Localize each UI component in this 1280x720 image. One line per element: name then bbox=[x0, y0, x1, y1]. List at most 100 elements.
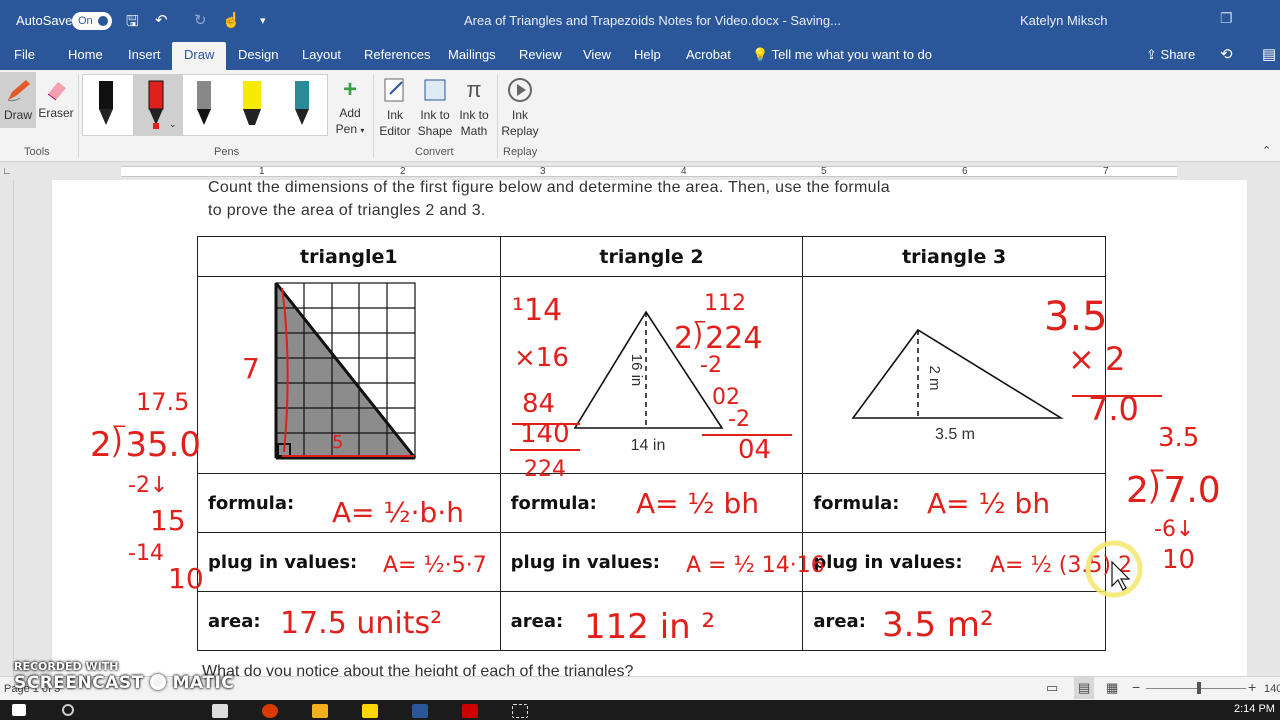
zoom-out-icon[interactable]: − bbox=[1132, 679, 1140, 695]
document-title: Area of Triangles and Trapezoids Notes f… bbox=[464, 13, 841, 28]
ink-left-step: -14 bbox=[128, 541, 164, 566]
tab-references[interactable]: References bbox=[364, 47, 430, 62]
ink-left-step: 15 bbox=[150, 504, 186, 537]
ink-to-shape-icon bbox=[424, 79, 446, 101]
snipping-tool-icon[interactable] bbox=[512, 704, 528, 718]
clock[interactable]: 2:14 PM bbox=[1234, 703, 1275, 715]
triangle-2-height-label: 16 in bbox=[628, 354, 645, 387]
add-pen-button[interactable]: + Add Pen ▾ bbox=[334, 78, 366, 139]
divider bbox=[78, 74, 79, 158]
ink-t3-area: 3.5 m² bbox=[882, 605, 994, 645]
folder-icon[interactable] bbox=[312, 704, 328, 718]
watermark-line-2: SCREENCAST bbox=[14, 673, 144, 693]
ink-to-shape-button[interactable]: Ink to Shape bbox=[416, 76, 454, 139]
draw-tool-button[interactable]: Draw bbox=[0, 72, 36, 128]
file-explorer-icon[interactable] bbox=[212, 704, 228, 718]
ink-t2-div-top: 112 bbox=[704, 291, 746, 316]
screencast-watermark: RECORDED WITH SCREENCAST MATIC bbox=[14, 660, 234, 693]
sticky-notes-icon[interactable] bbox=[362, 704, 378, 718]
tab-layout[interactable]: Layout bbox=[302, 47, 341, 62]
read-mode-icon[interactable]: ▭ bbox=[1046, 680, 1058, 696]
taskbar: 2:14 PM bbox=[0, 700, 1280, 720]
ink-right-div-body: 2⟌7.0 bbox=[1126, 469, 1221, 511]
tab-selector-icon[interactable]: ∟ bbox=[2, 166, 12, 177]
eraser-button[interactable]: Eraser bbox=[38, 76, 74, 121]
windows-start-icon[interactable] bbox=[12, 704, 26, 716]
ink-t2-formula: A= ½ bh bbox=[636, 487, 759, 520]
zoom-slider[interactable] bbox=[1146, 688, 1246, 689]
acrobat-icon[interactable] bbox=[462, 704, 478, 718]
ink-editor-button[interactable]: Ink Editor bbox=[378, 76, 412, 139]
yellow-highlighter-icon[interactable] bbox=[241, 79, 263, 131]
zoom-in-icon[interactable]: + bbox=[1248, 679, 1256, 695]
ink-left-step: -2↓ bbox=[128, 473, 168, 498]
ink-editor-icon bbox=[384, 78, 404, 102]
ribbon-options-icon[interactable]: ▤ bbox=[1262, 45, 1276, 63]
title-bar: AutoSave On 🖫 ↶ ↻ ☝ ▾ Area of Triangles … bbox=[0, 0, 1280, 42]
tab-file[interactable]: File bbox=[14, 47, 35, 62]
pen-dropdown-icon[interactable]: ⌄ bbox=[169, 119, 177, 130]
history-icon[interactable]: ⟲ bbox=[1220, 45, 1233, 63]
redo-icon[interactable]: ↻ bbox=[194, 11, 207, 29]
print-layout-icon[interactable]: ▤ bbox=[1074, 677, 1094, 699]
document-page[interactable]: Count the dimensions of the first figure… bbox=[52, 180, 1247, 676]
search-icon[interactable] bbox=[62, 704, 74, 716]
black-pen-icon[interactable] bbox=[95, 79, 117, 131]
ink-replay-button[interactable]: Ink Replay bbox=[500, 76, 540, 139]
ruler-number: 5 bbox=[821, 166, 827, 177]
ink-left-quotient: 17.5 bbox=[136, 388, 189, 416]
zoom-slider-thumb[interactable] bbox=[1197, 682, 1201, 694]
user-name[interactable]: Katelyn Miksch bbox=[1020, 13, 1107, 28]
share-button[interactable]: ⇪ Share bbox=[1146, 47, 1195, 63]
ink-t2-mult: 224 bbox=[524, 457, 566, 482]
ink-t2-div-step: 04 bbox=[738, 435, 771, 465]
ink-base-5: 5 bbox=[332, 432, 343, 453]
teal-pen-icon[interactable] bbox=[291, 79, 313, 131]
tab-draw[interactable]: Draw bbox=[172, 42, 227, 70]
lightbulb-icon: 💡 bbox=[752, 47, 769, 62]
pencil-icon[interactable] bbox=[193, 79, 215, 131]
tab-acrobat[interactable]: Acrobat bbox=[686, 47, 731, 62]
ink-t1-plug: A= ½·5·7 bbox=[383, 553, 487, 578]
pens-gallery: ⌄ bbox=[82, 74, 328, 136]
red-pen-icon[interactable] bbox=[145, 79, 167, 131]
figures-layer: 16 in 14 in 2 m 3.5 m 7 5 A= ½·b·h A= ½ … bbox=[90, 282, 1221, 676]
autosave-toggle[interactable]: On bbox=[72, 12, 112, 30]
save-icon[interactable]: 🖫 bbox=[126, 11, 139, 36]
horizontal-ruler[interactable]: ∟ 1 2 3 4 5 6 7 bbox=[0, 162, 1280, 180]
browser-icon[interactable] bbox=[262, 704, 278, 718]
tell-me-search[interactable]: 💡 Tell me what you want to do bbox=[752, 47, 932, 63]
ink-left-step: 10 bbox=[168, 562, 204, 595]
touch-mode-icon[interactable]: ☝ bbox=[222, 11, 241, 29]
ink-t2-div-step: -2 bbox=[728, 407, 750, 432]
collapse-ribbon-icon[interactable]: ⌃ bbox=[1262, 144, 1271, 157]
screencast-logo-icon bbox=[150, 674, 167, 690]
tab-design[interactable]: Design bbox=[238, 47, 278, 62]
ink-right-div-quot: 3.5 bbox=[1158, 423, 1199, 453]
divider bbox=[373, 74, 374, 158]
draw-pen-icon bbox=[7, 80, 30, 102]
divider bbox=[497, 74, 498, 158]
autosave-label: AutoSave bbox=[16, 13, 73, 28]
web-layout-icon[interactable]: ▦ bbox=[1106, 680, 1118, 696]
restore-icon[interactable]: ❐ bbox=[1220, 10, 1233, 27]
undo-icon[interactable]: ↶ bbox=[155, 11, 168, 29]
ink-left-division: 2⟌35.0 bbox=[90, 425, 201, 465]
ruler-number: 1 bbox=[259, 166, 265, 177]
tab-review[interactable]: Review bbox=[519, 47, 562, 62]
tab-mailings[interactable]: Mailings bbox=[448, 47, 496, 62]
tab-home[interactable]: Home bbox=[68, 47, 103, 62]
word-icon[interactable] bbox=[412, 704, 428, 718]
customize-qat-icon[interactable]: ▾ bbox=[260, 14, 266, 27]
vertical-ruler[interactable] bbox=[0, 180, 14, 676]
zoom-level[interactable]: 140% bbox=[1264, 683, 1280, 695]
triangle-3-figure: 2 m 3.5 m bbox=[851, 328, 1064, 443]
tab-help[interactable]: Help bbox=[634, 47, 661, 62]
ruler-number: 7 bbox=[1103, 166, 1109, 177]
ink-t2-div-step: -2 bbox=[700, 353, 722, 378]
pens-group-label: Pens bbox=[214, 146, 240, 158]
ink-to-math-button[interactable]: π Ink to Math bbox=[456, 76, 492, 139]
ink-t2-area: 112 in ² bbox=[584, 607, 715, 647]
tab-insert[interactable]: Insert bbox=[128, 47, 161, 62]
tab-view[interactable]: View bbox=[583, 47, 611, 62]
